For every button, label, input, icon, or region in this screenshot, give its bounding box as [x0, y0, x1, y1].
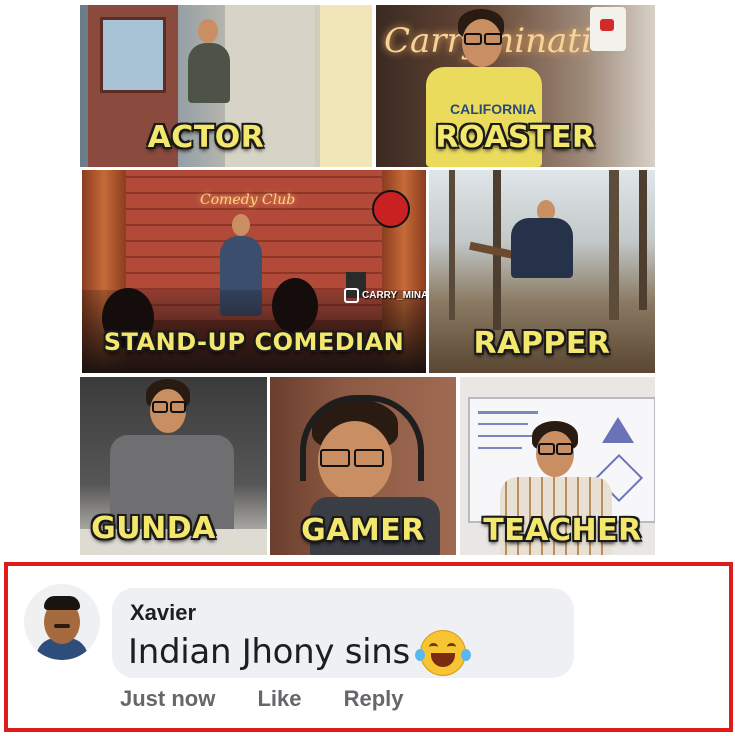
tile-standup-comedian: Comedy Club CARRY_MINATI_FANBOY STAND-UP… [82, 170, 426, 373]
tile-label-gunda: GUNDA [91, 511, 216, 546]
tile-label-actor: ACTOR [147, 120, 265, 155]
tile-label-standup: STAND-UP COMEDIAN [103, 328, 405, 356]
comment-actions: Just now Like Reply [120, 686, 440, 712]
tile-label-gamer: GAMER [301, 513, 425, 548]
like-button[interactable]: Like [257, 686, 301, 711]
avatar[interactable] [24, 584, 100, 660]
comment-text: Indian Jhony sins [128, 632, 410, 672]
tile-teacher: TEACHER [460, 377, 655, 555]
tile-gunda: GUNDA [80, 377, 267, 555]
tile-roaster: Carryminati CALIFORNIA ROASTER [376, 5, 655, 167]
watermark-text: CARRY_MINATI_FANBOY [344, 288, 426, 303]
tile-rapper: RAPPER [429, 170, 655, 373]
comment-timestamp[interactable]: Just now [120, 686, 215, 711]
tile-label-rapper: RAPPER [473, 326, 611, 361]
comment-author[interactable]: Xavier [130, 600, 196, 626]
comment-highlight-frame: Xavier Indian Jhony sins Just now Like R… [4, 562, 733, 732]
tile-gamer: GAMER [270, 377, 456, 555]
tile-label-roaster: ROASTER [435, 120, 596, 155]
comment-bubble: Xavier Indian Jhony sins [112, 588, 574, 678]
tile-label-teacher: TEACHER [483, 513, 642, 548]
tile-actor: ACTOR [80, 5, 372, 167]
reply-button[interactable]: Reply [344, 686, 404, 711]
roaster-shirt-text: CALIFORNIA [450, 101, 537, 117]
laughing-tears-emoji-icon [415, 630, 471, 676]
instagram-icon [344, 288, 359, 303]
